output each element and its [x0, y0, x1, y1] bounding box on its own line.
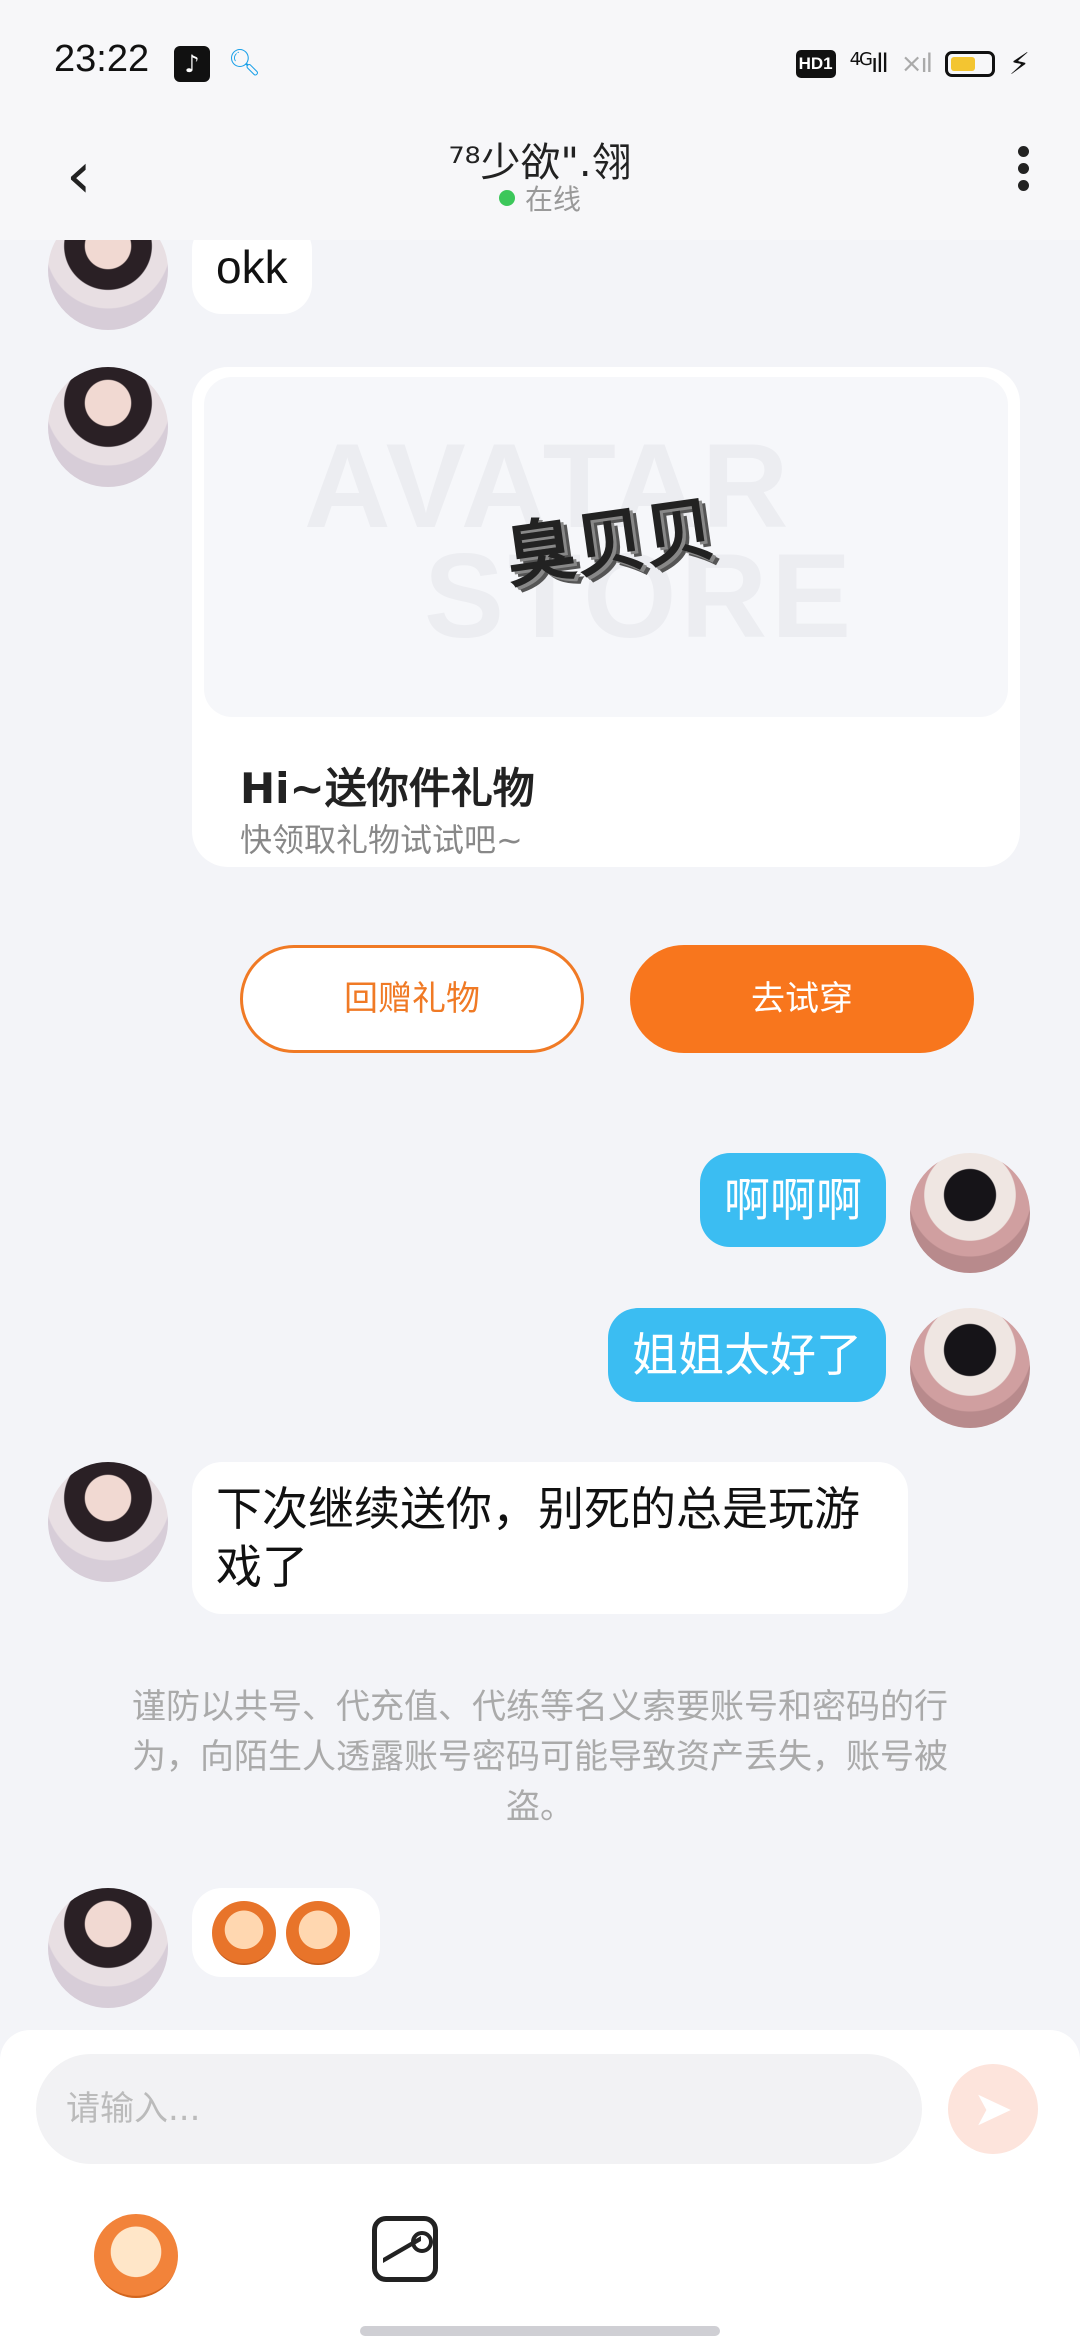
status-bar: 23:22 ♪ 🔍︎ HD1 4Gıll ×ıl ⚡ — [0, 0, 1080, 130]
gift-subtitle: 快领取礼物试试吧~ — [240, 821, 523, 859]
sticker-icon — [212, 1900, 276, 1965]
signal-2-icon: ×ıl — [900, 49, 933, 79]
contact-avatar[interactable] — [48, 1462, 168, 1582]
sticker-bubble[interactable] — [192, 1888, 380, 1977]
signal-bars: ıll — [871, 49, 889, 79]
my-avatar[interactable] — [910, 1153, 1030, 1273]
my-message-bubble[interactable]: 姐姐太好了 — [608, 1308, 886, 1402]
message-list[interactable]: okk AVATAR STORE 臭贝贝 Hi~送你件礼物 快领取礼物试试吧~ … — [0, 240, 1080, 2030]
my-message-bubble[interactable]: 啊啊啊 — [700, 1153, 886, 1247]
status-icons: HD1 4Gıll ×ıl ⚡ — [795, 44, 1030, 84]
more-dot-icon — [1017, 163, 1029, 174]
more-dot-icon — [1017, 180, 1029, 191]
message-bubble[interactable]: okk — [192, 240, 312, 314]
gift-image[interactable]: AVATAR STORE 臭贝贝 — [204, 377, 1008, 717]
online-status: 在线 — [0, 178, 1080, 218]
online-dot-icon — [498, 190, 515, 206]
contact-avatar[interactable] — [48, 1888, 168, 2008]
search-icon: 🔍︎ — [228, 48, 262, 78]
message-bubble[interactable]: 下次继续送你，别死的总是玩游戏了 — [192, 1462, 908, 1614]
tiktok-icon: ♪ — [174, 46, 210, 82]
online-status-label: 在线 — [524, 183, 581, 216]
sticker-picker-icon[interactable] — [94, 2214, 178, 2298]
image-picker-icon[interactable] — [372, 2216, 438, 2282]
message-input[interactable]: 请输入... — [36, 2054, 922, 2164]
my-avatar[interactable] — [910, 1308, 1030, 1428]
battery-icon — [944, 51, 995, 77]
contact-avatar[interactable] — [48, 367, 168, 487]
more-dot-icon — [1017, 146, 1029, 157]
charging-icon: ⚡ — [1008, 46, 1030, 82]
composer: 请输入... ➤ — [0, 2030, 1080, 2340]
gift-title: Hi~送你件礼物 — [240, 764, 535, 813]
hd-icon: HD1 — [795, 50, 836, 78]
try-on-button[interactable]: 去试穿 — [630, 945, 974, 1053]
security-notice: 谨防以共号、代充值、代练等名义索要账号和密码的行为，向陌生人透露账号密码可能导致… — [132, 1687, 948, 1827]
status-time: 23:22 — [54, 38, 150, 80]
contact-avatar[interactable] — [48, 240, 168, 330]
chat-header: ‹ ⁷⁸少欲".翎 在线 — [0, 130, 1080, 240]
sticker-icon — [286, 1900, 350, 1965]
home-indicator[interactable] — [360, 2326, 720, 2336]
more-options-button[interactable] — [1008, 140, 1038, 210]
gift-card[interactable]: AVATAR STORE 臭贝贝 Hi~送你件礼物 快领取礼物试试吧~ 回赠礼物… — [192, 367, 1020, 1053]
network-type: 4G — [849, 49, 873, 70]
return-gift-button[interactable]: 回赠礼物 — [240, 945, 584, 1053]
send-button[interactable]: ➤ — [948, 2064, 1038, 2154]
signal-icon: 4Gıll — [849, 49, 889, 79]
